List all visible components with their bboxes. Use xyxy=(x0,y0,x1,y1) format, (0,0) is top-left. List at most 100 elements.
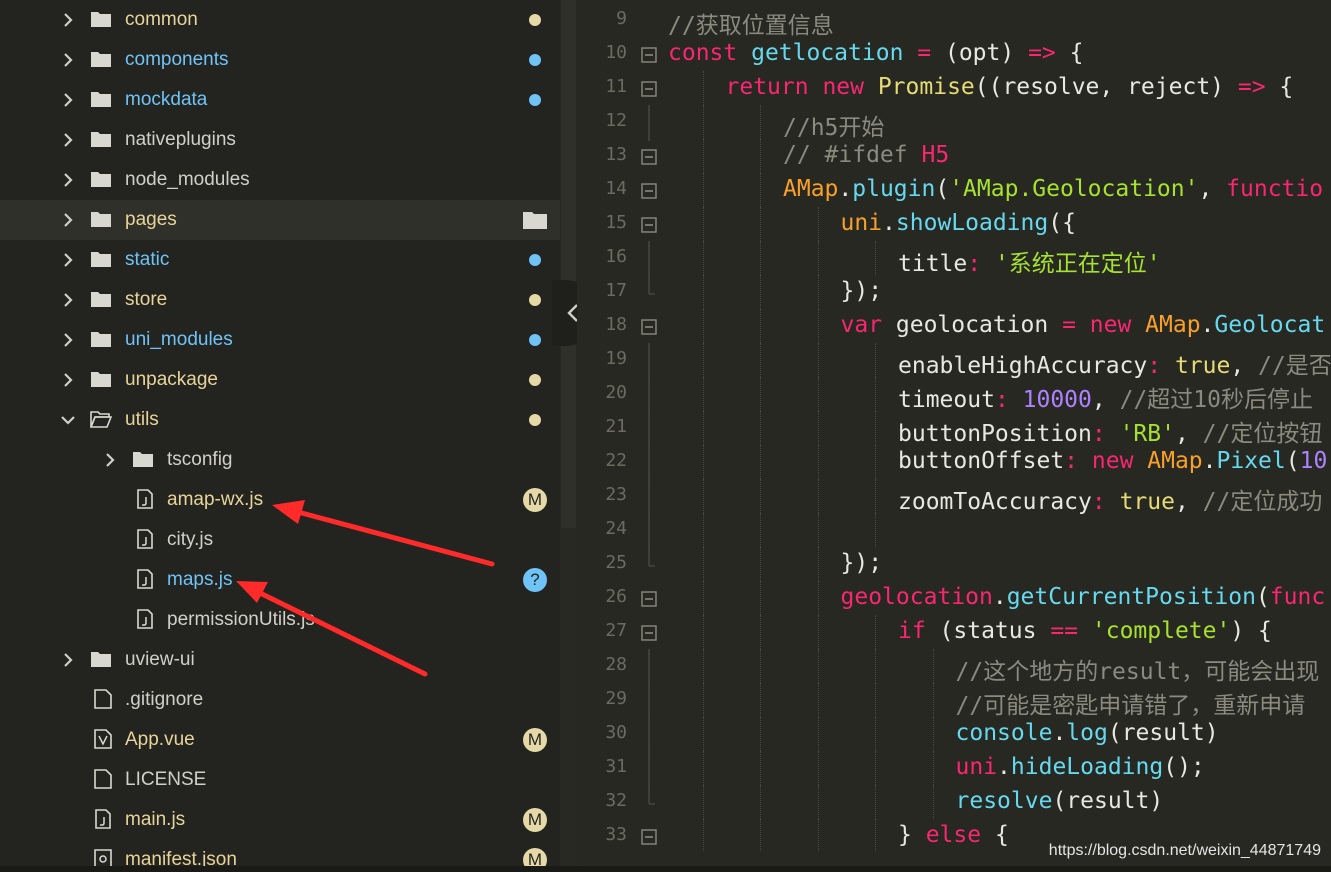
code-line[interactable]: 24 xyxy=(577,513,1331,549)
code-line[interactable]: 16 title: '系统正在定位' xyxy=(577,241,1331,277)
chevron-right-icon[interactable] xyxy=(60,252,76,268)
indent-guide xyxy=(760,819,761,852)
line-number: 14 xyxy=(605,178,627,199)
chevron-right-icon[interactable] xyxy=(60,132,76,148)
code-line[interactable]: 26 geolocation.getCurrentPosition(func xyxy=(577,581,1331,615)
tree-item-node-modules[interactable]: node_modules xyxy=(0,160,560,200)
git-status-dot xyxy=(529,294,541,306)
code-line[interactable]: 27 if (status == 'complete') { xyxy=(577,615,1331,649)
tree-item-utils[interactable]: utils xyxy=(0,400,560,440)
chevron-right-icon[interactable] xyxy=(60,212,76,228)
vue-file-icon xyxy=(94,729,112,749)
chevron-right-icon[interactable] xyxy=(60,332,76,348)
tree-item-label: store xyxy=(125,289,168,310)
indent-guide xyxy=(760,649,761,683)
indent-guide xyxy=(760,275,761,309)
tree-item-pages[interactable]: pages xyxy=(0,200,560,240)
folder-icon xyxy=(91,372,111,387)
fold-collapse-icon[interactable] xyxy=(641,217,657,233)
tree-item-manifest-json[interactable]: manifest.json M xyxy=(0,840,560,866)
tree-item-main-js[interactable]: main.js M xyxy=(0,800,560,840)
chevron-right-icon[interactable] xyxy=(60,372,76,388)
file-explorer-sidebar: common components mockdata nativeplugins nod… xyxy=(0,0,560,866)
fold-collapse-icon[interactable] xyxy=(641,591,657,607)
code-line[interactable]: 21 buttonPosition: 'RB', //定位按钮 xyxy=(577,411,1331,447)
fold-collapse-icon[interactable] xyxy=(641,183,657,199)
code-token: : xyxy=(1091,421,1120,447)
chevron-right-icon[interactable] xyxy=(60,12,76,28)
tree-item-static[interactable]: static xyxy=(0,240,560,280)
fold-collapse-icon[interactable] xyxy=(641,149,657,165)
code-line[interactable]: 12 //h5开始 xyxy=(577,105,1331,141)
code-line[interactable]: 10 const getlocation = (opt) => { xyxy=(577,37,1331,71)
code-text: uni.hideLoading(); xyxy=(956,754,1205,780)
code-text: // #ifdef H5 xyxy=(783,142,949,168)
tree-item-gitignore[interactable]: .gitignore xyxy=(0,680,560,720)
tree-item-uni-modules[interactable]: uni_modules xyxy=(0,320,560,360)
line-number: 25 xyxy=(605,552,627,573)
tree-item-common[interactable]: common xyxy=(0,0,560,40)
tree-item-uview-ui[interactable]: uview-ui xyxy=(0,640,560,680)
fold-collapse-icon[interactable] xyxy=(641,829,657,845)
fold-collapse-icon[interactable] xyxy=(641,81,657,97)
tree-item-amap-wx-js[interactable]: amap-wx.js M xyxy=(0,480,560,520)
fold-collapse-icon[interactable] xyxy=(641,625,657,641)
code-token: , xyxy=(1174,421,1203,447)
sidebar-scrollbar-thumb[interactable] xyxy=(561,0,576,528)
code-token: { xyxy=(981,822,1009,848)
code-line[interactable]: 11 return new Promise((resolve, reject) =… xyxy=(577,71,1331,105)
code-line[interactable]: 28 //这个地方的result，可能会出现 xyxy=(577,649,1331,685)
indent-guide xyxy=(760,513,761,547)
line-number: 30 xyxy=(605,722,627,743)
code-line[interactable]: 31 uni.hideLoading(); xyxy=(577,751,1331,787)
tree-item-nativeplugins[interactable]: nativeplugins xyxy=(0,120,560,160)
code-editor[interactable]: 9 //获取位置信息 10 const getlocation = (opt) => … xyxy=(577,0,1331,852)
chevron-right-icon[interactable] xyxy=(60,652,76,668)
tree-item-unpackage[interactable]: unpackage xyxy=(0,360,560,400)
fold-guide-icon xyxy=(648,445,650,481)
code-line[interactable]: 17}); xyxy=(577,275,1331,309)
code-line[interactable]: 18 var geolocation = new AMap.Geolocat xyxy=(577,309,1331,343)
tree-item-tsconfig[interactable]: tsconfig xyxy=(0,440,560,480)
code-text: timeout: 10000, //超过10秒后停止 xyxy=(898,380,1313,414)
tree-item-mockdata[interactable]: mockdata xyxy=(0,80,560,120)
code-line[interactable]: 14 AMap.plugin('AMap.Geolocation', functi… xyxy=(577,173,1331,207)
fold-collapse-icon[interactable] xyxy=(641,47,657,63)
code-line[interactable]: 15 uni.showLoading({ xyxy=(577,207,1331,241)
code-token: AMap xyxy=(1145,312,1201,338)
tree-item-store[interactable]: store xyxy=(0,280,560,320)
indent-guide xyxy=(760,445,761,479)
code-line[interactable]: 9 //获取位置信息 xyxy=(577,3,1331,39)
indent-guide xyxy=(875,513,876,547)
tree-item-app-vue[interactable]: App.vue M xyxy=(0,720,560,760)
tree-item-license[interactable]: LICENSE xyxy=(0,760,560,800)
fold-collapse-icon[interactable] xyxy=(641,319,657,335)
code-line[interactable]: 13 // #ifdef H5 xyxy=(577,139,1331,173)
code-line[interactable]: 30 console.log(result) xyxy=(577,717,1331,753)
code-line[interactable]: 22 buttonOffset: new AMap.Pixel(10 xyxy=(577,445,1331,481)
chevron-right-icon[interactable] xyxy=(60,92,76,108)
chevron-right-icon[interactable] xyxy=(60,292,76,308)
code-line[interactable]: 25}); xyxy=(577,547,1331,581)
code-line[interactable]: 23 zoomToAccuracy: true, //定位成功 xyxy=(577,479,1331,515)
line-number: 29 xyxy=(605,688,627,709)
code-line[interactable]: 32 resolve(result) xyxy=(577,785,1331,819)
tree-item-city-js[interactable]: city.js xyxy=(0,520,560,560)
tree-item-maps-js[interactable]: maps.js? xyxy=(0,560,560,600)
chevron-right-icon[interactable] xyxy=(102,452,118,468)
indent-guide xyxy=(702,819,704,852)
chevron-right-icon[interactable] xyxy=(60,52,76,68)
code-token: new xyxy=(822,74,878,100)
code-token: , xyxy=(1198,176,1227,202)
tree-item-label: amap-wx.js xyxy=(167,489,264,510)
chevron-down-icon[interactable] xyxy=(60,412,76,428)
tree-item-permissionutils-js[interactable]: permissionUtils.js xyxy=(0,600,560,640)
watermark-text: https://blog.csdn.net/weixin_44871749 xyxy=(1048,842,1321,859)
chevron-right-icon[interactable] xyxy=(60,172,76,188)
code-line[interactable]: 20 timeout: 10000, //超过10秒后停止 xyxy=(577,377,1331,414)
code-line[interactable]: 19 enableHighAccuracy: true, //是否 xyxy=(577,343,1331,379)
tree-item-components[interactable]: components xyxy=(0,40,560,80)
code-line[interactable]: 29 //可能是密匙申请错了，重新申请 xyxy=(577,683,1331,719)
folder-status-icon xyxy=(523,212,547,229)
file-icon xyxy=(94,769,112,789)
